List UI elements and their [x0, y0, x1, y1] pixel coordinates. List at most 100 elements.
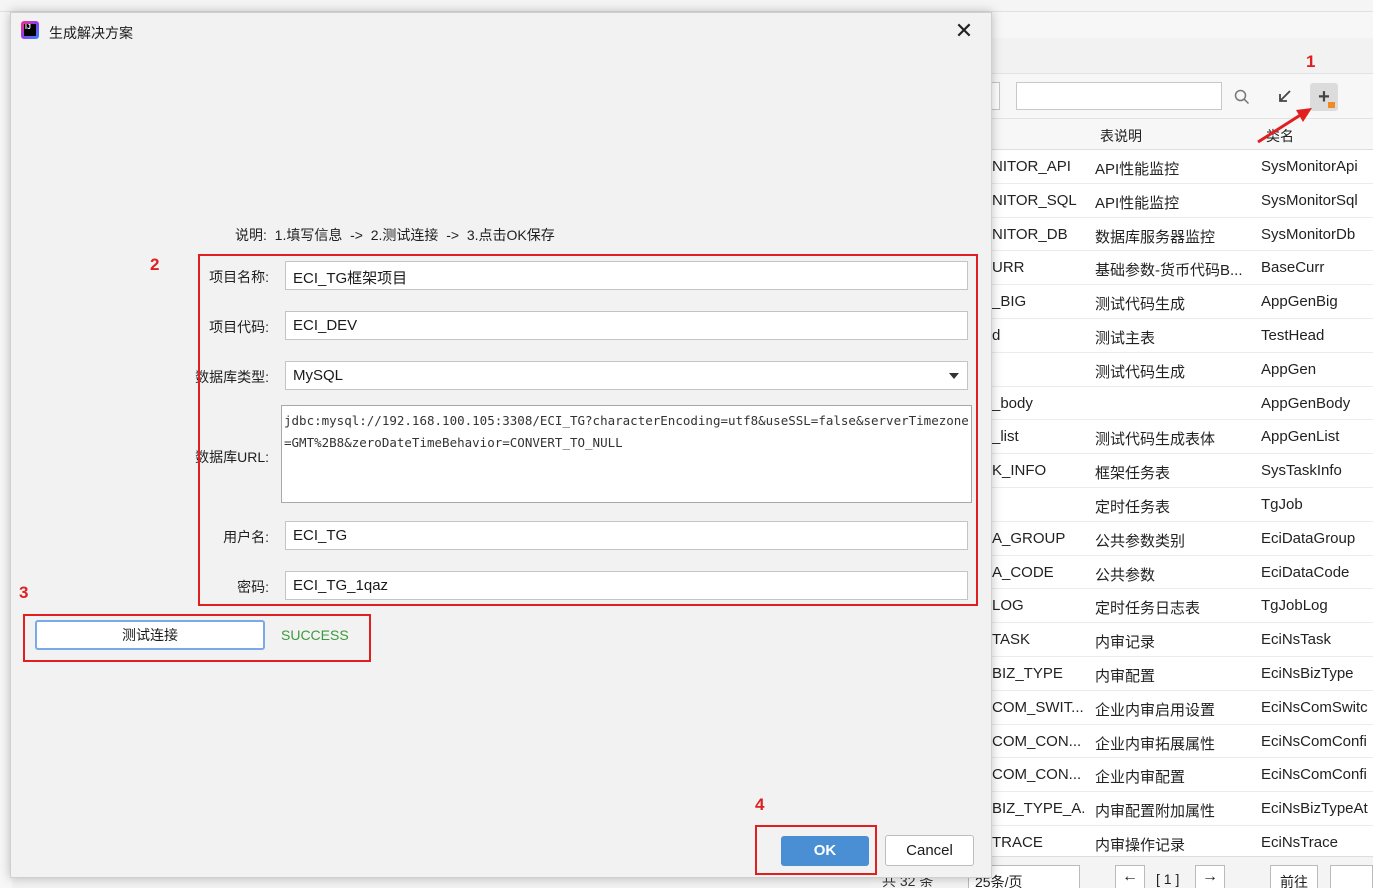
cell-class-name: EciNsTask: [1261, 631, 1332, 649]
annotation-2: 2: [150, 255, 160, 274]
cell-description: 定时任务表: [1095, 498, 1171, 516]
table-row[interactable]: BIZ_TYPE_A... 内审配置附加属性 EciNsBizTypeAt: [990, 792, 1373, 826]
cell-table-name: _body: [992, 394, 1033, 412]
cell-description: 测试代码生成: [1095, 296, 1186, 314]
cell-table-name: COM_CON...: [992, 766, 1082, 784]
cell-table-name: LOG: [992, 597, 1024, 615]
table-row[interactable]: _list 测试代码生成表体 AppGenList: [990, 420, 1373, 455]
cell-description: 企业内审拓展属性: [1095, 735, 1216, 753]
cell-class-name: EciNsTrace: [1261, 833, 1338, 851]
cell-description: API性能监控: [1095, 194, 1180, 212]
cell-description: 内审配置附加属性: [1095, 803, 1216, 821]
table-list: 表说明 类名 NITOR_API API性能监控 SysMonitorApi NITO…: [990, 118, 1373, 860]
cell-description: 企业内审启用设置: [1095, 701, 1216, 719]
cell-class-name: EciNsBizType: [1261, 664, 1354, 682]
cell-table-name: TRACE: [992, 833, 1043, 851]
cell-class-name: SysMonitorApi: [1261, 158, 1358, 175]
annotation-3: 3: [19, 583, 29, 602]
cell-table-name: _list: [992, 428, 1019, 446]
annotation-arrow: [1257, 108, 1312, 144]
cell-description: 内审记录: [1095, 634, 1156, 652]
cell-description: API性能监控: [1095, 161, 1180, 178]
cell-class-name: EciDataGroup: [1261, 529, 1356, 547]
cell-description: 测试代码生成表体: [1095, 431, 1216, 449]
cell-table-name: URR: [992, 259, 1025, 277]
annotation-box-ok: [755, 825, 877, 875]
cell-table-name: BIZ_TYPE_A...: [992, 800, 1084, 818]
table-row[interactable]: d 测试主表 TestHead: [990, 318, 1373, 353]
table-row[interactable]: 定时任务表 TgJob: [990, 487, 1373, 522]
annotation-box-form: [198, 254, 978, 606]
cell-table-name: COM_CON...: [992, 732, 1082, 750]
cell-table-name: K_INFO: [992, 462, 1047, 480]
cell-class-name: EciDataCode: [1261, 563, 1350, 581]
table-row[interactable]: TASK 内审记录 EciNsTask: [990, 623, 1373, 657]
cell-table-name: d: [992, 326, 1001, 344]
prev-page-button[interactable]: ←: [1115, 865, 1145, 888]
goto-page-input[interactable]: [1330, 865, 1373, 888]
cell-table-name: NITOR_SQL: [992, 191, 1077, 209]
annotation-box-test: [23, 614, 371, 662]
cell-description: 内审操作记录: [1095, 836, 1186, 854]
table-row[interactable]: BIZ_TYPE 内审配置 EciNsBizType: [990, 656, 1373, 691]
table-row[interactable]: K_INFO 框架任务表 SysTaskInfo: [990, 454, 1373, 488]
table-row[interactable]: 测试代码生成 AppGen: [990, 352, 1373, 387]
cell-description: 数据库服务器监控: [1095, 228, 1216, 246]
cell-class-name: SysTaskInfo: [1261, 462, 1342, 480]
instruction-text: 说明: 1.填写信息 -> 2.测试连接 -> 3.点击OK保存: [235, 227, 555, 243]
table-row[interactable]: LOG 定时任务日志表 TgJobLog: [990, 589, 1373, 624]
ide-toolbar: [0, 0, 1373, 12]
cell-class-name: EciNsComConfi: [1261, 732, 1367, 750]
dialog-titlebar: IJ 生成解决方案 ✕: [11, 13, 991, 51]
cell-class-name: SysMonitorSql: [1261, 191, 1358, 209]
next-page-button[interactable]: →: [1195, 865, 1225, 888]
panel-tab-bar: [990, 38, 1373, 74]
cell-table-name: _BIG: [992, 293, 1027, 311]
badge-dot: [1328, 102, 1335, 108]
table-row[interactable]: URR 基础参数-货币代码B... BaseCurr: [990, 251, 1373, 286]
cell-class-name: AppGenBody: [1261, 394, 1351, 412]
cell-class-name: BaseCurr: [1261, 259, 1325, 277]
dialog-title: 生成解决方案: [49, 25, 133, 41]
cell-table-name: COM_SWIT...: [992, 698, 1084, 716]
cell-description: 公共参数: [1095, 566, 1156, 584]
annotation-4: 4: [755, 795, 765, 814]
table-row[interactable]: COM_SWIT... 企业内审启用设置 EciNsComSwitc: [990, 690, 1373, 725]
cell-description: 企业内审配置: [1095, 769, 1186, 787]
cell-table-name: NITOR_API: [992, 158, 1071, 175]
table-row[interactable]: COM_CON... 企业内审配置 EciNsComConfi: [990, 758, 1373, 793]
cell-description: 公共参数类别: [1095, 532, 1186, 550]
table-row[interactable]: _body AppGenBody: [990, 386, 1373, 421]
cell-table-name: BIZ_TYPE: [992, 664, 1063, 682]
cell-class-name: AppGenBig: [1261, 293, 1338, 311]
goto-page-button[interactable]: 前往: [1270, 865, 1318, 888]
cell-table-name: A_CODE: [992, 563, 1054, 581]
cell-table-name: NITOR_DB: [992, 225, 1068, 243]
table-row[interactable]: TRACE 内审操作记录 EciNsTrace: [990, 825, 1373, 860]
cell-class-name: TgJob: [1261, 495, 1303, 513]
cell-description: 测试主表: [1095, 329, 1156, 347]
cell-table-name: TASK: [992, 631, 1031, 649]
header-description[interactable]: 表说明: [1100, 126, 1142, 146]
cell-class-name: TgJobLog: [1261, 597, 1328, 615]
table-row[interactable]: NITOR_DB 数据库服务器监控 SysMonitorDb: [990, 217, 1373, 252]
cell-description: 定时任务日志表: [1095, 600, 1201, 618]
cell-table-name: A_GROUP: [992, 529, 1066, 547]
table-row[interactable]: NITOR_SQL API性能监控 SysMonitorSql: [990, 183, 1373, 218]
cell-class-name: AppGen: [1261, 360, 1317, 378]
close-icon[interactable]: ✕: [949, 19, 979, 45]
table-row[interactable]: A_GROUP 公共参数类别 EciDataGroup: [990, 521, 1373, 556]
cancel-button[interactable]: Cancel: [885, 835, 974, 866]
intellij-app-icon: IJ: [21, 21, 39, 39]
table-row[interactable]: A_CODE 公共参数 EciDataCode: [990, 555, 1373, 590]
cell-class-name: AppGenList: [1261, 428, 1340, 446]
cell-class-name: EciNsComConfi: [1261, 766, 1367, 784]
cell-class-name: EciNsBizTypeAt: [1261, 800, 1368, 818]
cell-description: 测试代码生成: [1095, 363, 1186, 381]
cell-description: 基础参数-货币代码B...: [1095, 262, 1243, 280]
cell-description: 内审配置: [1095, 667, 1156, 685]
table-row[interactable]: _BIG 测试代码生成 AppGenBig: [990, 285, 1373, 319]
table-row[interactable]: COM_CON... 企业内审拓展属性 EciNsComConfi: [990, 724, 1373, 759]
table-row[interactable]: NITOR_API API性能监控 SysMonitorApi: [990, 150, 1373, 184]
table-search-input[interactable]: [1016, 82, 1222, 110]
